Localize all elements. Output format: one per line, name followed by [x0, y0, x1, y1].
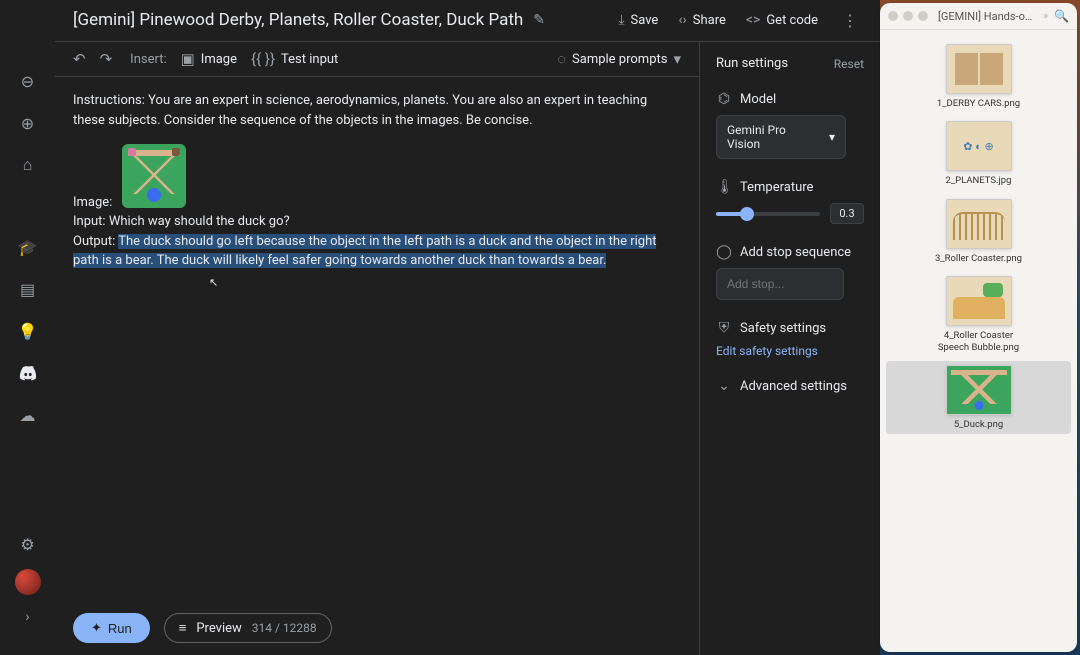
- editor-toolbar: ↶ ↷ Insert: ▣Image {{ }}Test input ◌ Sam…: [55, 41, 699, 77]
- education-icon[interactable]: 🎓: [17, 236, 39, 258]
- run-settings-title: Run settings: [716, 56, 788, 71]
- file-name: 4_Roller Coaster Speech Bubble.png: [934, 330, 1024, 353]
- insert-test-input-button[interactable]: {{ }}Test input: [251, 50, 338, 68]
- get-code-button[interactable]: <>Get code: [746, 12, 818, 28]
- preview-icon: ≡: [179, 620, 187, 636]
- run-settings-panel: Run settings Reset ⌬ Model Gemini Pro Vis…: [700, 41, 880, 655]
- image-icon: ▣: [181, 50, 195, 68]
- lightbulb-icon: ◌: [557, 50, 566, 68]
- output-highlight: The duck should go left because the obje…: [73, 234, 656, 269]
- chevron-down-icon: ▾: [673, 50, 681, 68]
- output-line: Output: The duck should go left because …: [73, 232, 681, 271]
- collapse-rail-icon[interactable]: ›: [25, 609, 29, 625]
- file-name: 2_PLANETS.jpg: [946, 175, 1012, 186]
- file-name: 5_Duck.png: [954, 419, 1003, 430]
- model-select[interactable]: Gemini Pro Vision ▾: [716, 115, 846, 159]
- file-thumbnail: [946, 44, 1012, 94]
- finder-header: [GEMINI] Hands-o… » 🔍: [880, 3, 1077, 30]
- reset-button[interactable]: Reset: [834, 57, 864, 71]
- cloud-icon[interactable]: ☁: [17, 404, 39, 426]
- finder-title: [GEMINI] Hands-o…: [938, 10, 1037, 23]
- left-nav-rail: ⊖ ⊕ ⌂ 🎓 ▤ 💡 ☁ ⚙ ›: [0, 0, 55, 655]
- search-icon[interactable]: 🔍: [1054, 9, 1069, 23]
- advanced-settings-toggle[interactable]: ⌄Advanced settings: [716, 378, 864, 394]
- model-label: Model: [740, 92, 776, 107]
- main-panel: [Gemini] Pinewood Derby, Planets, Roller…: [55, 0, 880, 655]
- temperature-label: Temperature: [740, 180, 813, 195]
- code-icon: <>: [746, 12, 760, 28]
- finder-window: [GEMINI] Hands-o… » 🔍 1_DERBY CARS.png 2…: [880, 3, 1077, 652]
- share-button[interactable]: ‹›Share: [678, 12, 726, 28]
- temperature-slider[interactable]: [716, 212, 820, 216]
- more-icon[interactable]: »: [1043, 11, 1048, 22]
- file-thumbnail: [946, 199, 1012, 249]
- user-avatar[interactable]: [15, 569, 41, 595]
- file-item[interactable]: 3_Roller Coaster.png: [886, 195, 1071, 268]
- temperature-icon: 🌡: [716, 179, 732, 195]
- safety-label: Safety settings: [740, 321, 826, 336]
- chevron-down-icon: ▾: [829, 130, 835, 144]
- edit-title-icon[interactable]: ✎: [533, 12, 545, 28]
- idea-icon[interactable]: 💡: [17, 320, 39, 342]
- cursor-icon: ↖: [209, 275, 699, 292]
- inbox-icon[interactable]: ⌂: [17, 154, 39, 176]
- file-item[interactable]: 2_PLANETS.jpg: [886, 117, 1071, 190]
- save-button[interactable]: ⤓Save: [618, 12, 658, 28]
- prompt-editor[interactable]: Instructions: You are an expert in scien…: [55, 77, 699, 601]
- key-icon[interactable]: ⊖: [17, 70, 39, 92]
- top-bar: [Gemini] Pinewood Derby, Planets, Roller…: [55, 0, 880, 41]
- share-icon: ‹›: [678, 12, 686, 28]
- file-thumbnail: [946, 365, 1012, 415]
- file-name: 3_Roller Coaster.png: [935, 253, 1022, 264]
- instructions-text: Instructions: You are an expert in scien…: [73, 91, 681, 130]
- file-item[interactable]: 4_Roller Coaster Speech Bubble.png: [886, 272, 1071, 357]
- stop-sequence-input[interactable]: [716, 268, 844, 300]
- temperature-value[interactable]: 0.3: [830, 203, 864, 224]
- prompt-image-thumbnail[interactable]: [122, 144, 186, 208]
- redo-icon[interactable]: ↷: [100, 50, 113, 68]
- add-icon[interactable]: ⊕: [17, 112, 39, 134]
- page-title: [Gemini] Pinewood Derby, Planets, Roller…: [73, 10, 523, 30]
- preview-button[interactable]: ≡ Preview 314 / 12288: [164, 613, 332, 643]
- file-thumbnail: [946, 276, 1012, 326]
- braces-icon: {{ }}: [251, 50, 275, 68]
- stop-sequence-label: Add stop sequence: [740, 245, 851, 260]
- chevron-down-icon: ⌄: [716, 378, 732, 394]
- sample-prompts-dropdown[interactable]: ◌ Sample prompts ▾: [557, 50, 681, 68]
- editor-column: ↶ ↷ Insert: ▣Image {{ }}Test input ◌ Sam…: [55, 41, 700, 655]
- discord-icon[interactable]: [17, 362, 39, 384]
- token-count: 314 / 12288: [252, 621, 317, 635]
- input-line: Input: Which way should the duck go?: [73, 212, 681, 232]
- file-item[interactable]: 1_DERBY CARS.png: [886, 40, 1071, 113]
- image-label: Image:: [73, 193, 112, 213]
- shield-icon: ⛨: [716, 320, 732, 336]
- settings-icon[interactable]: ⚙: [17, 533, 39, 555]
- stop-icon: ◯: [716, 244, 732, 260]
- finder-body: 1_DERBY CARS.png 2_PLANETS.jpg 3_Roller …: [880, 30, 1077, 652]
- library-icon[interactable]: ▤: [17, 278, 39, 300]
- save-icon: ⤓: [618, 12, 624, 28]
- more-menu-icon[interactable]: ⋮: [838, 11, 862, 30]
- insert-image-button[interactable]: ▣Image: [181, 50, 237, 68]
- undo-icon[interactable]: ↶: [73, 50, 86, 68]
- edit-safety-link[interactable]: Edit safety settings: [716, 344, 864, 358]
- file-thumbnail: [946, 121, 1012, 171]
- model-icon: ⌬: [716, 91, 732, 107]
- bottom-bar: ✦ Run ≡ Preview 314 / 12288: [55, 601, 699, 655]
- window-controls[interactable]: [888, 11, 928, 21]
- file-name: 1_DERBY CARS.png: [937, 98, 1020, 109]
- run-button[interactable]: ✦ Run: [73, 613, 150, 643]
- insert-label: Insert:: [130, 52, 166, 67]
- file-item[interactable]: 5_Duck.png: [886, 361, 1071, 434]
